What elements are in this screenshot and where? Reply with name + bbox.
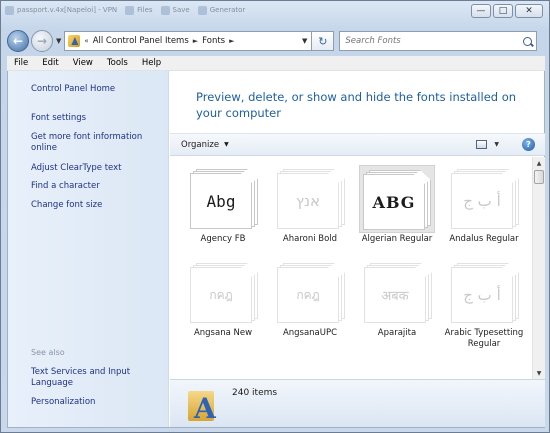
window-frame: passport.v.4x[Napeloi] - VPN Files Save … — [0, 0, 550, 433]
chevron-down-icon: ▼ — [224, 141, 229, 148]
font-sample: กคฎ — [296, 287, 320, 302]
font-item[interactable]: أ ب ج Arabic Typesetting Regular — [441, 255, 527, 355]
fonts-folder-icon — [68, 35, 81, 47]
font-file-icon: أ ب ج — [451, 169, 519, 229]
font-file-icon: أ ب ج — [451, 263, 519, 323]
font-sample: אנץ — [295, 192, 321, 210]
navigation-bar: ← → ▼ « All Control Panel Items ► Fonts … — [7, 28, 545, 54]
change-view-button[interactable]: ▼ ? — [476, 138, 535, 151]
search-icon[interactable] — [523, 36, 533, 46]
font-name: Agency FB — [200, 234, 246, 244]
caption-buttons: — □ ✕ — [471, 4, 543, 18]
background-task: Generator — [197, 5, 246, 15]
font-sample: अबक — [381, 289, 409, 304]
maximize-button[interactable]: □ — [493, 4, 513, 18]
font-file-icon: กคฎ — [277, 263, 345, 323]
menu-tools[interactable]: Tools — [100, 58, 135, 68]
font-item[interactable]: กคฎ AngsanaUPC — [267, 255, 353, 355]
menu-edit[interactable]: Edit — [35, 58, 65, 68]
font-name: Arabic Typesetting Regular — [444, 328, 524, 349]
font-glyph: A — [194, 392, 216, 425]
minimize-button[interactable]: — — [471, 4, 491, 18]
background-task: Files — [125, 5, 153, 15]
font-name: Angsana New — [193, 328, 253, 338]
font-item[interactable]: Abg Agency FB — [180, 161, 266, 261]
close-button[interactable]: ✕ — [515, 4, 543, 18]
breadcrumb-separator-icon[interactable]: ► — [229, 37, 234, 45]
menu-bar: File Edit View Tools Help — [7, 56, 545, 71]
background-taskbar-strip: passport.v.4x[Napeloi] - VPN Files Save … — [1, 1, 461, 19]
font-settings-link[interactable]: Font settings — [31, 113, 86, 124]
organize-label: Organize — [181, 139, 220, 150]
font-name: Aparajita — [377, 328, 417, 338]
page-title: Preview, delete, or show and hide the fo… — [196, 90, 517, 120]
find-character-link[interactable]: Find a character — [31, 181, 100, 192]
personalization-link[interactable]: Personalization — [31, 397, 95, 408]
background-task: passport.v.4x[Napeloi] - VPN — [5, 5, 118, 15]
font-sample: ABG — [372, 192, 416, 212]
font-name: AngsanaUPC — [282, 328, 338, 338]
breadcrumb-separator-icon[interactable]: ► — [193, 37, 198, 45]
font-name: Andalus Regular — [449, 234, 519, 244]
background-task-label: passport.v.4x[Napeloi] - VPN — [17, 6, 118, 14]
address-bar[interactable]: « All Control Panel Items ► Fonts ► ▼ — [64, 31, 313, 51]
menu-file[interactable]: File — [7, 58, 35, 68]
adjust-cleartype-link[interactable]: Adjust ClearType text — [31, 163, 122, 174]
font-file-icon: กคฎ — [190, 263, 258, 323]
font-item[interactable]: אנץ Aharoni Bold — [267, 161, 353, 261]
font-sample: أ ب ج — [463, 286, 501, 304]
font-file-icon: अबक — [364, 263, 432, 323]
control-panel-home-link[interactable]: Control Panel Home — [31, 84, 115, 95]
item-count: 240 items — [232, 388, 278, 398]
font-sample: Abg — [206, 191, 236, 211]
back-button[interactable]: ← — [7, 30, 29, 52]
breadcrumb-overflow-icon[interactable]: « — [84, 37, 88, 45]
text-services-link[interactable]: Text Services and Input Language — [31, 367, 146, 389]
background-task-label: Files — [137, 6, 153, 14]
search-input[interactable] — [345, 36, 516, 46]
background-task: Save — [160, 5, 190, 15]
scroll-up-icon[interactable]: ▲ — [533, 157, 545, 169]
menu-view[interactable]: View — [66, 58, 100, 68]
change-font-size-link[interactable]: Change font size — [31, 200, 102, 211]
font-file-icon: אנץ — [277, 169, 345, 229]
font-name: Aharoni Bold — [282, 234, 338, 244]
task-pane: Control Panel Home Font settings Get mor… — [8, 71, 169, 427]
font-file-icon: Abg — [190, 169, 258, 229]
address-history-dropdown-icon[interactable]: ▼ — [302, 37, 311, 45]
background-task-label: Save — [172, 6, 190, 14]
forward-button[interactable]: → — [31, 30, 53, 52]
background-task-label: Generator — [209, 6, 246, 14]
vertical-scrollbar[interactable]: ▲ ▼ — [532, 157, 545, 379]
refresh-button[interactable]: ↻ — [312, 31, 335, 51]
view-options-dropdown-icon[interactable]: ▼ — [494, 141, 499, 148]
font-sample: أ ب ج — [463, 192, 501, 210]
font-item[interactable]: กคฎ Angsana New — [180, 255, 266, 355]
recent-pages-dropdown-icon[interactable]: ▼ — [56, 37, 61, 45]
fonts-grid: Abg Agency FB אנץ Aharoni Bold ABG Alger… — [170, 157, 532, 379]
font-sample: กคฎ — [209, 287, 233, 302]
search-box[interactable] — [339, 31, 538, 51]
font-item[interactable]: ABG Algerian Regular — [354, 161, 440, 261]
menu-help[interactable]: Help — [135, 58, 168, 68]
details-pane: A 240 items — [170, 379, 545, 427]
scroll-down-icon[interactable]: ▼ — [533, 367, 545, 379]
scrollbar-thumb[interactable] — [534, 170, 544, 184]
font-item[interactable]: أ ب ج Andalus Regular — [441, 161, 527, 261]
font-item[interactable]: अबक Aparajita — [354, 255, 440, 355]
breadcrumb-fonts[interactable]: Fonts — [202, 36, 225, 46]
font-name: Algerian Regular — [361, 234, 433, 244]
view-icon[interactable] — [476, 140, 488, 149]
font-file-icon: ABG — [359, 165, 435, 233]
breadcrumb-control-panel-items[interactable]: All Control Panel Items — [93, 36, 189, 46]
see-also-heading: See also — [31, 348, 65, 357]
get-more-font-info-link[interactable]: Get more font information online — [31, 132, 156, 154]
fonts-folder-large-icon: A — [188, 385, 218, 423]
organize-button[interactable]: Organize ▼ — [181, 140, 229, 150]
command-bar: Organize ▼ ▼ ? — [170, 133, 545, 156]
help-icon[interactable]: ? — [522, 138, 535, 151]
content-area: Control Panel Home Font settings Get mor… — [7, 71, 545, 428]
